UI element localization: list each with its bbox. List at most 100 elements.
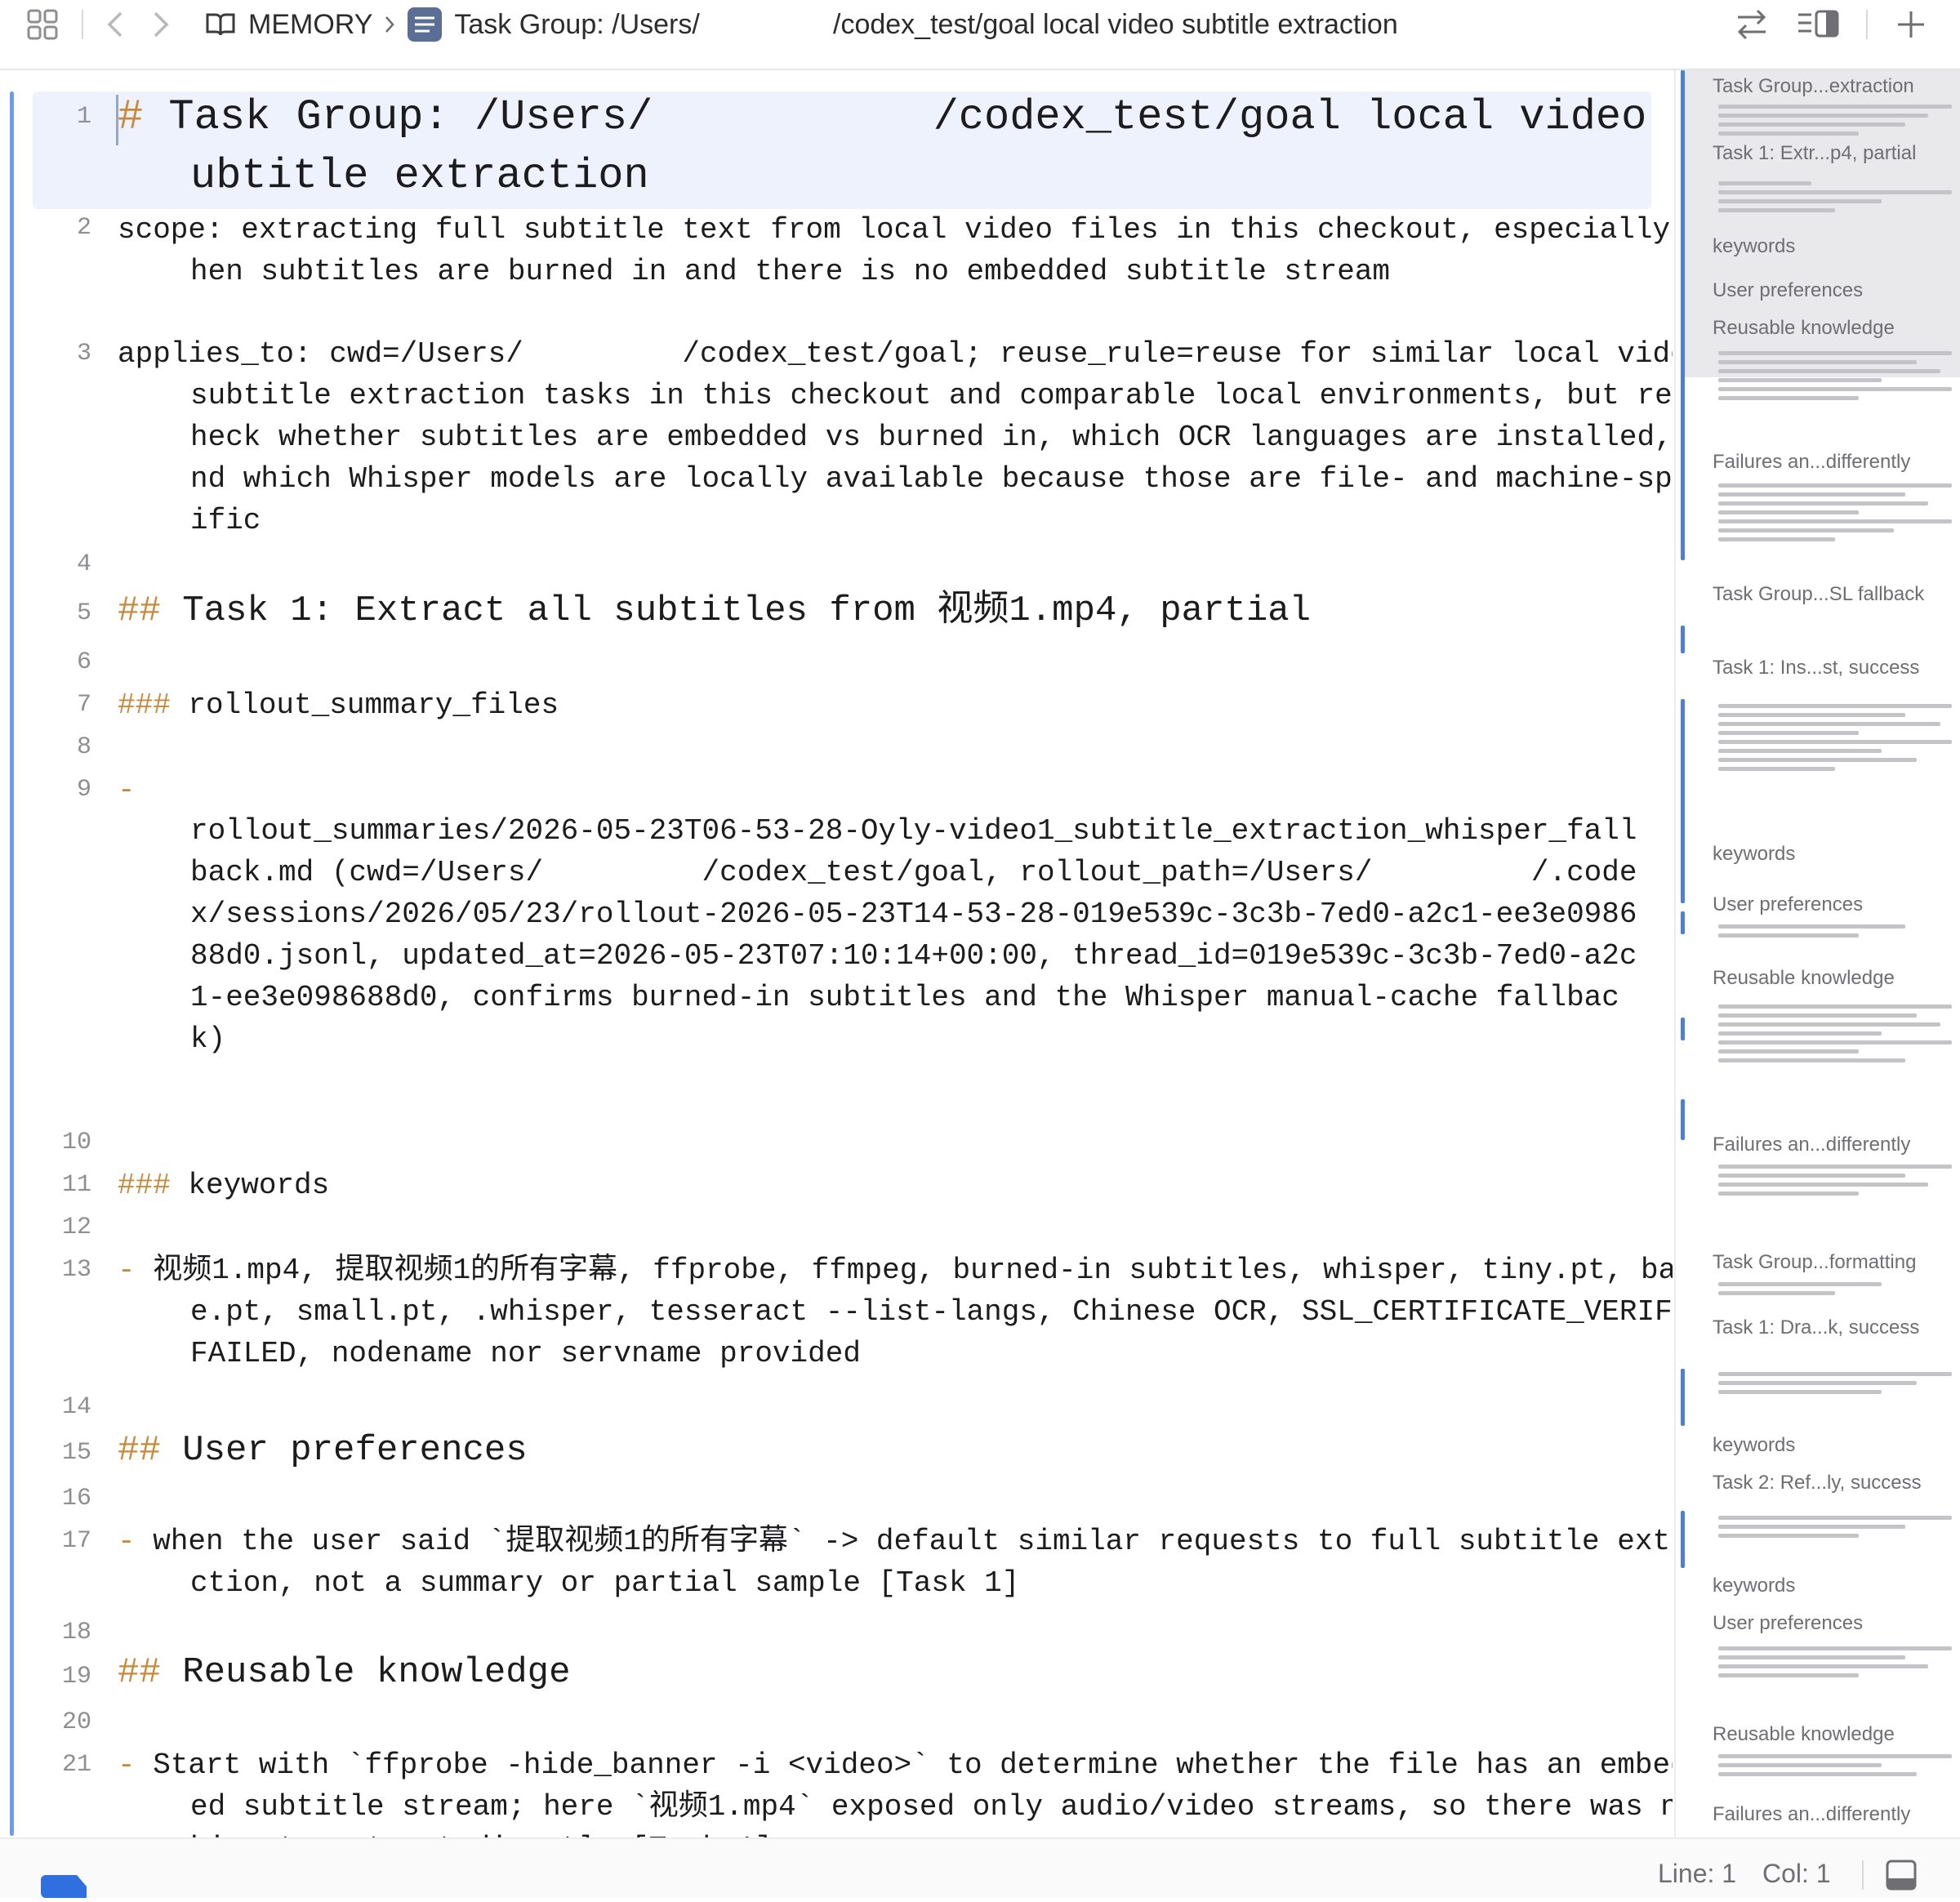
outline-minimap-lines <box>1718 351 1952 405</box>
outline-item[interactable]: User preferences <box>1713 893 1958 916</box>
code-line[interactable]: rollout_summaries/2026-05-23T06-53-28-Oy… <box>190 810 1645 1060</box>
breadcrumb-root[interactable]: MEMORY <box>248 9 372 41</box>
outline-change-marker <box>1681 1018 1685 1040</box>
breadcrumb-file[interactable]: Task Group: /Users/ <box>454 9 699 41</box>
outline-item[interactable]: Task Group...extraction <box>1713 75 1958 98</box>
line-text: applies_to: cwd=/Users/ /codex_test/goal… <box>118 337 1673 537</box>
outline-item[interactable]: Task 1: Ins...st, success <box>1713 657 1958 679</box>
outline-item[interactable]: keywords <box>1713 1434 1958 1457</box>
text-cursor <box>116 95 118 145</box>
outline-minimap-lines <box>1718 1004 1952 1067</box>
line-text: scope: extracting full subtitle text fro… <box>118 213 1673 288</box>
line-text: User preferences <box>160 1430 528 1471</box>
code-line[interactable]: - Start with `ffprobe -hide_banner -i <v… <box>118 1744 1673 1837</box>
line-number: 8 <box>76 733 91 761</box>
outline-item[interactable]: keywords <box>1713 1575 1958 1597</box>
toolbar: MEMORY Task Group: /Users/ /codex_test/g… <box>0 0 1960 70</box>
line-number: 15 <box>61 1439 91 1467</box>
line-number: 4 <box>76 550 91 578</box>
line-text: Task 1: Extract all subtitles from 视频1.m… <box>160 590 1312 631</box>
column-indicator: Col: 1 <box>1762 1859 1831 1888</box>
outline-sidebar[interactable]: Task Group...extraction Task 1: Extr...p… <box>1674 70 1960 1837</box>
heading-1[interactable]: # Task Group: /Users/ /codex_test/goal l… <box>118 88 1673 206</box>
line-text: 视频1.mp4, 提取视频1的所有字幕, ffprobe, ffmpeg, bu… <box>135 1254 1673 1370</box>
line-text: rollout_summary_files <box>170 688 559 722</box>
heading-2[interactable]: ## Reusable knowledge <box>118 1648 1673 1697</box>
outline-minimap-lines <box>1718 1372 1952 1399</box>
markdown-marker: ## <box>118 1430 161 1471</box>
line-text: Task Group: /Users/ /codex_test/goal loc… <box>143 93 1673 200</box>
line-number: 3 <box>76 340 91 367</box>
editor[interactable]: 1 # Task Group: /Users/ /codex_test/goal… <box>0 70 1673 1837</box>
line-text: when the user said `提取视频1的所有字幕` -> defau… <box>135 1525 1673 1600</box>
swap-icon[interactable] <box>1733 0 1771 49</box>
add-icon[interactable] <box>1895 0 1927 49</box>
outline-item[interactable]: Task Group...formatting <box>1713 1251 1958 1274</box>
toolbar-divider <box>1866 10 1868 39</box>
change-gutter-bar <box>10 91 14 1836</box>
code-line[interactable]: applies_to: cwd=/Users/ /codex_test/goal… <box>118 333 1673 541</box>
outline-minimap-lines <box>1718 1754 1952 1781</box>
line-number: 14 <box>61 1393 91 1421</box>
back-icon[interactable] <box>105 0 127 49</box>
document-icon <box>407 7 443 42</box>
outline-item[interactable]: Failures an...differently <box>1713 1134 1958 1156</box>
outline-item[interactable]: User preferences <box>1713 1612 1958 1635</box>
markdown-marker: # <box>118 93 144 141</box>
outline-toggle-icon[interactable] <box>1797 0 1841 49</box>
outline-minimap-lines <box>1718 1516 1952 1543</box>
outline-item[interactable]: User preferences <box>1713 279 1958 302</box>
heading-2[interactable]: ## Task 1: Extract all subtitles from 视频… <box>118 586 1673 635</box>
line-number: 7 <box>76 691 91 719</box>
outline-item[interactable]: keywords <box>1713 843 1958 866</box>
line-number: 5 <box>76 599 91 627</box>
outline-minimap-lines <box>1718 483 1952 546</box>
breadcrumb: MEMORY Task Group: /Users/ <box>204 0 700 49</box>
line-number: 2 <box>76 214 91 242</box>
outline-minimap-lines <box>1718 1282 1952 1300</box>
outline-item[interactable]: Failures an...differently <box>1713 451 1958 474</box>
line-number: 18 <box>61 1619 91 1646</box>
list-marker-line[interactable]: - <box>118 769 1673 811</box>
line-number: 19 <box>61 1663 91 1690</box>
status-bar: Line: 1 Col: 1 <box>0 1837 1960 1898</box>
line-number: 12 <box>61 1214 91 1241</box>
line-number: 9 <box>76 776 91 804</box>
markdown-marker: - <box>118 1525 136 1558</box>
outline-item[interactable]: Failures an...differently <box>1713 1803 1958 1826</box>
outline-change-marker <box>1681 70 1685 560</box>
grid-icon[interactable] <box>26 0 59 49</box>
outline-item[interactable]: Reusable knowledge <box>1713 317 1958 340</box>
outline-item[interactable]: Task Group...SL fallback <box>1713 583 1958 606</box>
line-number: 6 <box>76 648 91 676</box>
outline-item[interactable]: Task 1: Dra...k, success <box>1713 1316 1958 1339</box>
line-number: 17 <box>61 1527 91 1555</box>
heading-3[interactable]: ### rollout_summary_files <box>118 684 1673 726</box>
panel-toggle-icon[interactable] <box>1885 1859 1918 1895</box>
forward-icon[interactable] <box>149 0 172 49</box>
code-line[interactable]: scope: extracting full subtitle text fro… <box>118 209 1673 292</box>
outline-minimap-lines <box>1718 924 1952 942</box>
outline-item[interactable]: Reusable knowledge <box>1713 1723 1958 1746</box>
outline-item[interactable]: Task 1: Extr...p4, partial <box>1713 142 1958 165</box>
outline-item[interactable]: Reusable knowledge <box>1713 967 1958 990</box>
markdown-marker: ## <box>118 1652 161 1693</box>
tag-icon[interactable] <box>41 1875 87 1902</box>
outline-change-marker <box>1681 699 1685 903</box>
outline-item[interactable]: keywords <box>1713 235 1958 258</box>
line-number: 11 <box>61 1171 91 1199</box>
line-text: Start with `ffprobe -hide_banner -i <vid… <box>153 1748 1673 1837</box>
line-text: keywords <box>170 1169 330 1202</box>
code-line[interactable]: - when the user said `提取视频1的所有字幕` -> def… <box>118 1521 1673 1604</box>
line-indicator: Line: 1 <box>1658 1859 1737 1888</box>
book-icon <box>204 11 237 38</box>
heading-2[interactable]: ## User preferences <box>118 1426 1673 1475</box>
code-line[interactable]: - 视频1.mp4, 提取视频1的所有字幕, ffprobe, ffmpeg, … <box>118 1249 1673 1374</box>
markdown-marker: ### <box>118 1169 171 1202</box>
markdown-marker: - <box>118 1254 136 1287</box>
line-number: 21 <box>61 1751 91 1779</box>
outline-item[interactable]: Task 2: Ref...ly, success <box>1713 1472 1958 1494</box>
line-text: Reusable knowledge <box>160 1652 571 1693</box>
status-divider <box>1862 1860 1864 1890</box>
heading-3[interactable]: ### keywords <box>118 1165 1673 1206</box>
